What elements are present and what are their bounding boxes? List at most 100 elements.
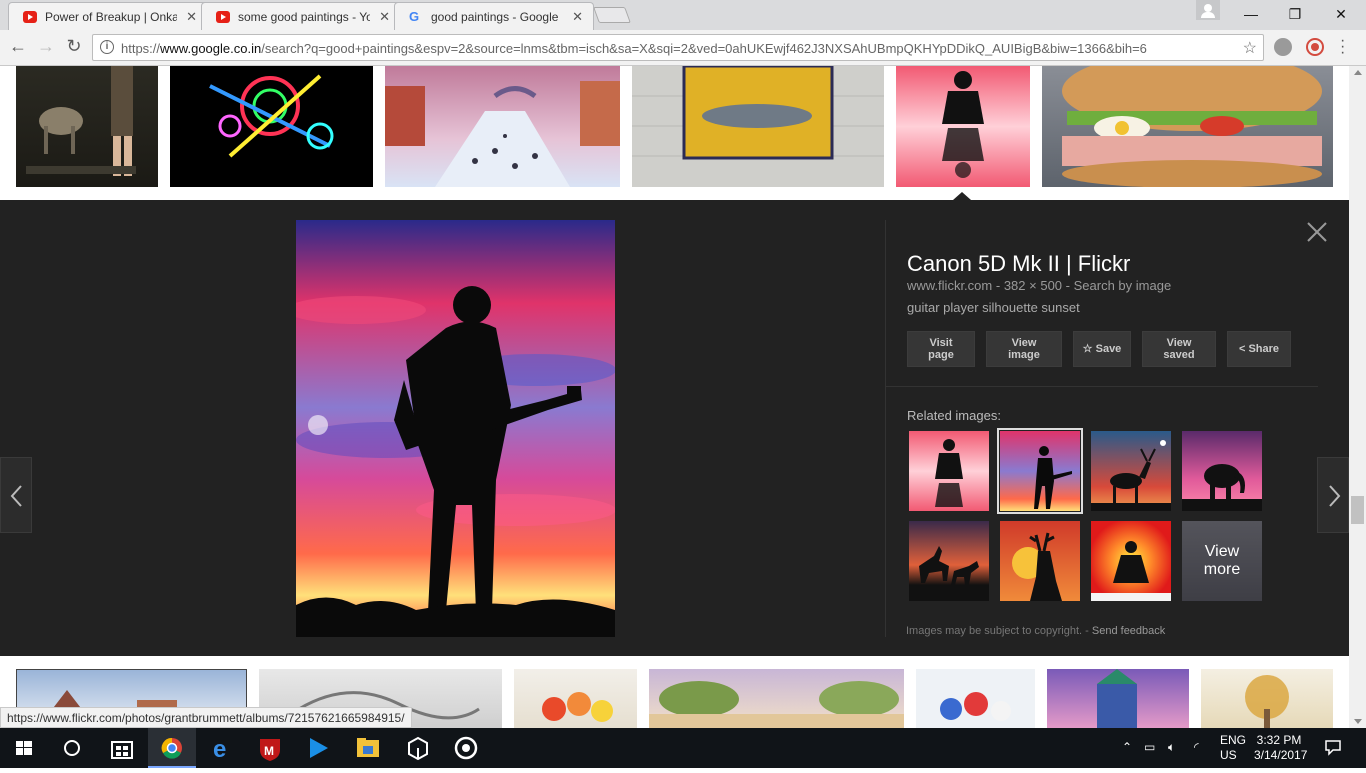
painting-flowers-vase (940, 692, 1011, 721)
close-icon (1307, 222, 1327, 242)
related-image[interactable] (909, 521, 989, 601)
related-image[interactable] (1000, 521, 1080, 601)
painting-landscape (649, 681, 904, 728)
related-image[interactable] (1091, 521, 1171, 601)
related-image[interactable] (909, 431, 989, 511)
preview-image[interactable] (296, 220, 615, 637)
youtube-icon (216, 11, 230, 23)
scrollbar-thumb[interactable] (1351, 496, 1364, 524)
folder-icon (357, 738, 379, 757)
result-thumbnail[interactable] (1201, 669, 1333, 728)
visit-page-button[interactable]: Visit page (907, 331, 975, 367)
related-image[interactable] (1182, 431, 1262, 511)
close-tab-icon[interactable]: ✕ (572, 9, 583, 25)
notifications-icon[interactable] (1324, 738, 1342, 759)
result-thumbnail[interactable] (16, 66, 158, 187)
battery-icon[interactable]: ▭ (1144, 740, 1155, 754)
horses-silhouette-thumb (919, 546, 979, 585)
related-images-label: Related images: (907, 408, 1001, 423)
view-more-button[interactable]: View more (1182, 521, 1262, 601)
file-explorer-button[interactable] (344, 728, 392, 768)
mcafee-button[interactable]: M (246, 728, 294, 768)
start-button[interactable] (0, 728, 48, 768)
scroll-down-icon[interactable] (1354, 719, 1362, 724)
groove-button[interactable] (442, 728, 490, 768)
status-url-tooltip: https://www.flickr.com/photos/grantbrumm… (0, 707, 412, 728)
previous-image-button[interactable] (0, 457, 32, 533)
info-icon[interactable]: i (100, 40, 114, 54)
close-preview-button[interactable] (1305, 220, 1329, 244)
google-icon: G (409, 9, 420, 24)
image-title[interactable]: Canon 5D Mk II | Flickr (907, 251, 1130, 277)
windows-taskbar: e M ⌃ ▭ 🔈︎ ◜ ENG US 3:32 PM 3/14/2017 (0, 728, 1366, 768)
result-thumbnail[interactable] (896, 66, 1030, 187)
menu-kebab-icon[interactable]: · · · (1340, 33, 1345, 61)
result-thumbnail[interactable] (1042, 66, 1333, 187)
view-saved-button[interactable]: View saved (1142, 331, 1216, 367)
reload-icon[interactable]: ↻ (62, 36, 86, 57)
star-icon: ☆ (1082, 343, 1093, 355)
search-by-image-link[interactable]: Search by image (1074, 278, 1172, 293)
save-button[interactable]: ☆ Save (1073, 331, 1131, 367)
close-window-button[interactable]: ✕ (1318, 0, 1364, 28)
show-hidden-icons[interactable]: ⌃ (1122, 740, 1132, 754)
unity-button[interactable] (394, 728, 442, 768)
related-image[interactable] (1091, 431, 1171, 511)
result-thumbnail[interactable] (632, 66, 884, 187)
tab-title: some good paintings - Yo (238, 10, 370, 24)
address-bar[interactable]: i https://www.google.co.in/search?q=good… (92, 34, 1264, 61)
restore-button[interactable]: ❐ (1272, 0, 1318, 28)
chrome-taskbar-button[interactable] (148, 728, 196, 768)
store-button[interactable] (98, 728, 146, 768)
wifi-icon[interactable]: ◜ (1194, 740, 1199, 754)
image-preview-panel: Canon 5D Mk II | Flickr www.flickr.com -… (0, 192, 1349, 656)
cortana-circle-icon (64, 740, 80, 756)
back-icon[interactable]: ← (6, 36, 30, 57)
tab-some-good-paintings[interactable]: some good paintings - Yo ✕ (201, 2, 401, 30)
panel-pointer (953, 192, 971, 200)
profile-icon[interactable] (1196, 0, 1220, 20)
new-tab-button[interactable] (593, 7, 631, 23)
result-thumbnail[interactable] (916, 669, 1035, 728)
chrome-icon (161, 737, 182, 759)
related-image-selected[interactable] (997, 428, 1083, 514)
windows-logo-icon (16, 741, 32, 755)
volume-icon[interactable]: 🔈︎ (1168, 740, 1175, 755)
minimize-button[interactable]: — (1228, 0, 1274, 28)
close-tab-icon[interactable]: ✕ (379, 9, 390, 25)
view-image-button[interactable]: View image (986, 331, 1062, 367)
buddha-sunset-thumb (1091, 541, 1171, 601)
deer-silhouette-thumb (1091, 440, 1171, 511)
language-indicator[interactable]: ENG US (1220, 733, 1246, 763)
close-tab-icon[interactable]: ✕ (186, 9, 197, 25)
page-scrollbar[interactable] (1349, 66, 1366, 728)
tab-good-paintings[interactable]: G good paintings - Google ✕ (394, 2, 594, 30)
result-thumbnail[interactable] (649, 669, 904, 728)
forward-icon[interactable]: → (34, 36, 58, 57)
tab-strip: Power of Breakup | Onka ✕ some good pain… (0, 0, 1366, 30)
scroll-up-icon[interactable] (1354, 70, 1362, 75)
extension-record-icon[interactable] (1306, 38, 1324, 56)
result-thumbnail[interactable] (170, 66, 373, 187)
painting-autumn-tree (1245, 675, 1289, 728)
share-button[interactable]: < Share (1227, 331, 1291, 367)
view-more-label: View more (1182, 521, 1262, 601)
bookmark-star-icon[interactable]: ☆ (1243, 38, 1257, 58)
share-icon: < (1238, 343, 1246, 355)
result-thumbnail[interactable] (385, 66, 620, 187)
edge-button[interactable]: e (198, 728, 246, 768)
system-clock[interactable]: 3:32 PM 3/14/2017 (1254, 733, 1307, 763)
next-image-button[interactable] (1317, 457, 1349, 533)
image-source-site[interactable]: www.flickr.com (907, 278, 992, 293)
url-text[interactable]: https://www.google.co.in/search?q=good+p… (121, 41, 1241, 56)
tab-power-of-breakup[interactable]: Power of Breakup | Onka ✕ (8, 2, 208, 30)
extension-icon[interactable] (1274, 38, 1292, 56)
result-thumbnail[interactable] (1047, 669, 1189, 728)
painting-fish-on-wall (632, 66, 884, 160)
result-thumbnail[interactable] (514, 669, 637, 728)
search-button[interactable] (48, 728, 96, 768)
media-player-button[interactable] (294, 728, 342, 768)
painting-man-with-goat (26, 66, 136, 176)
send-feedback-link[interactable]: Send feedback (1092, 625, 1165, 637)
search-results: Canon 5D Mk II | Flickr www.flickr.com -… (0, 66, 1366, 728)
